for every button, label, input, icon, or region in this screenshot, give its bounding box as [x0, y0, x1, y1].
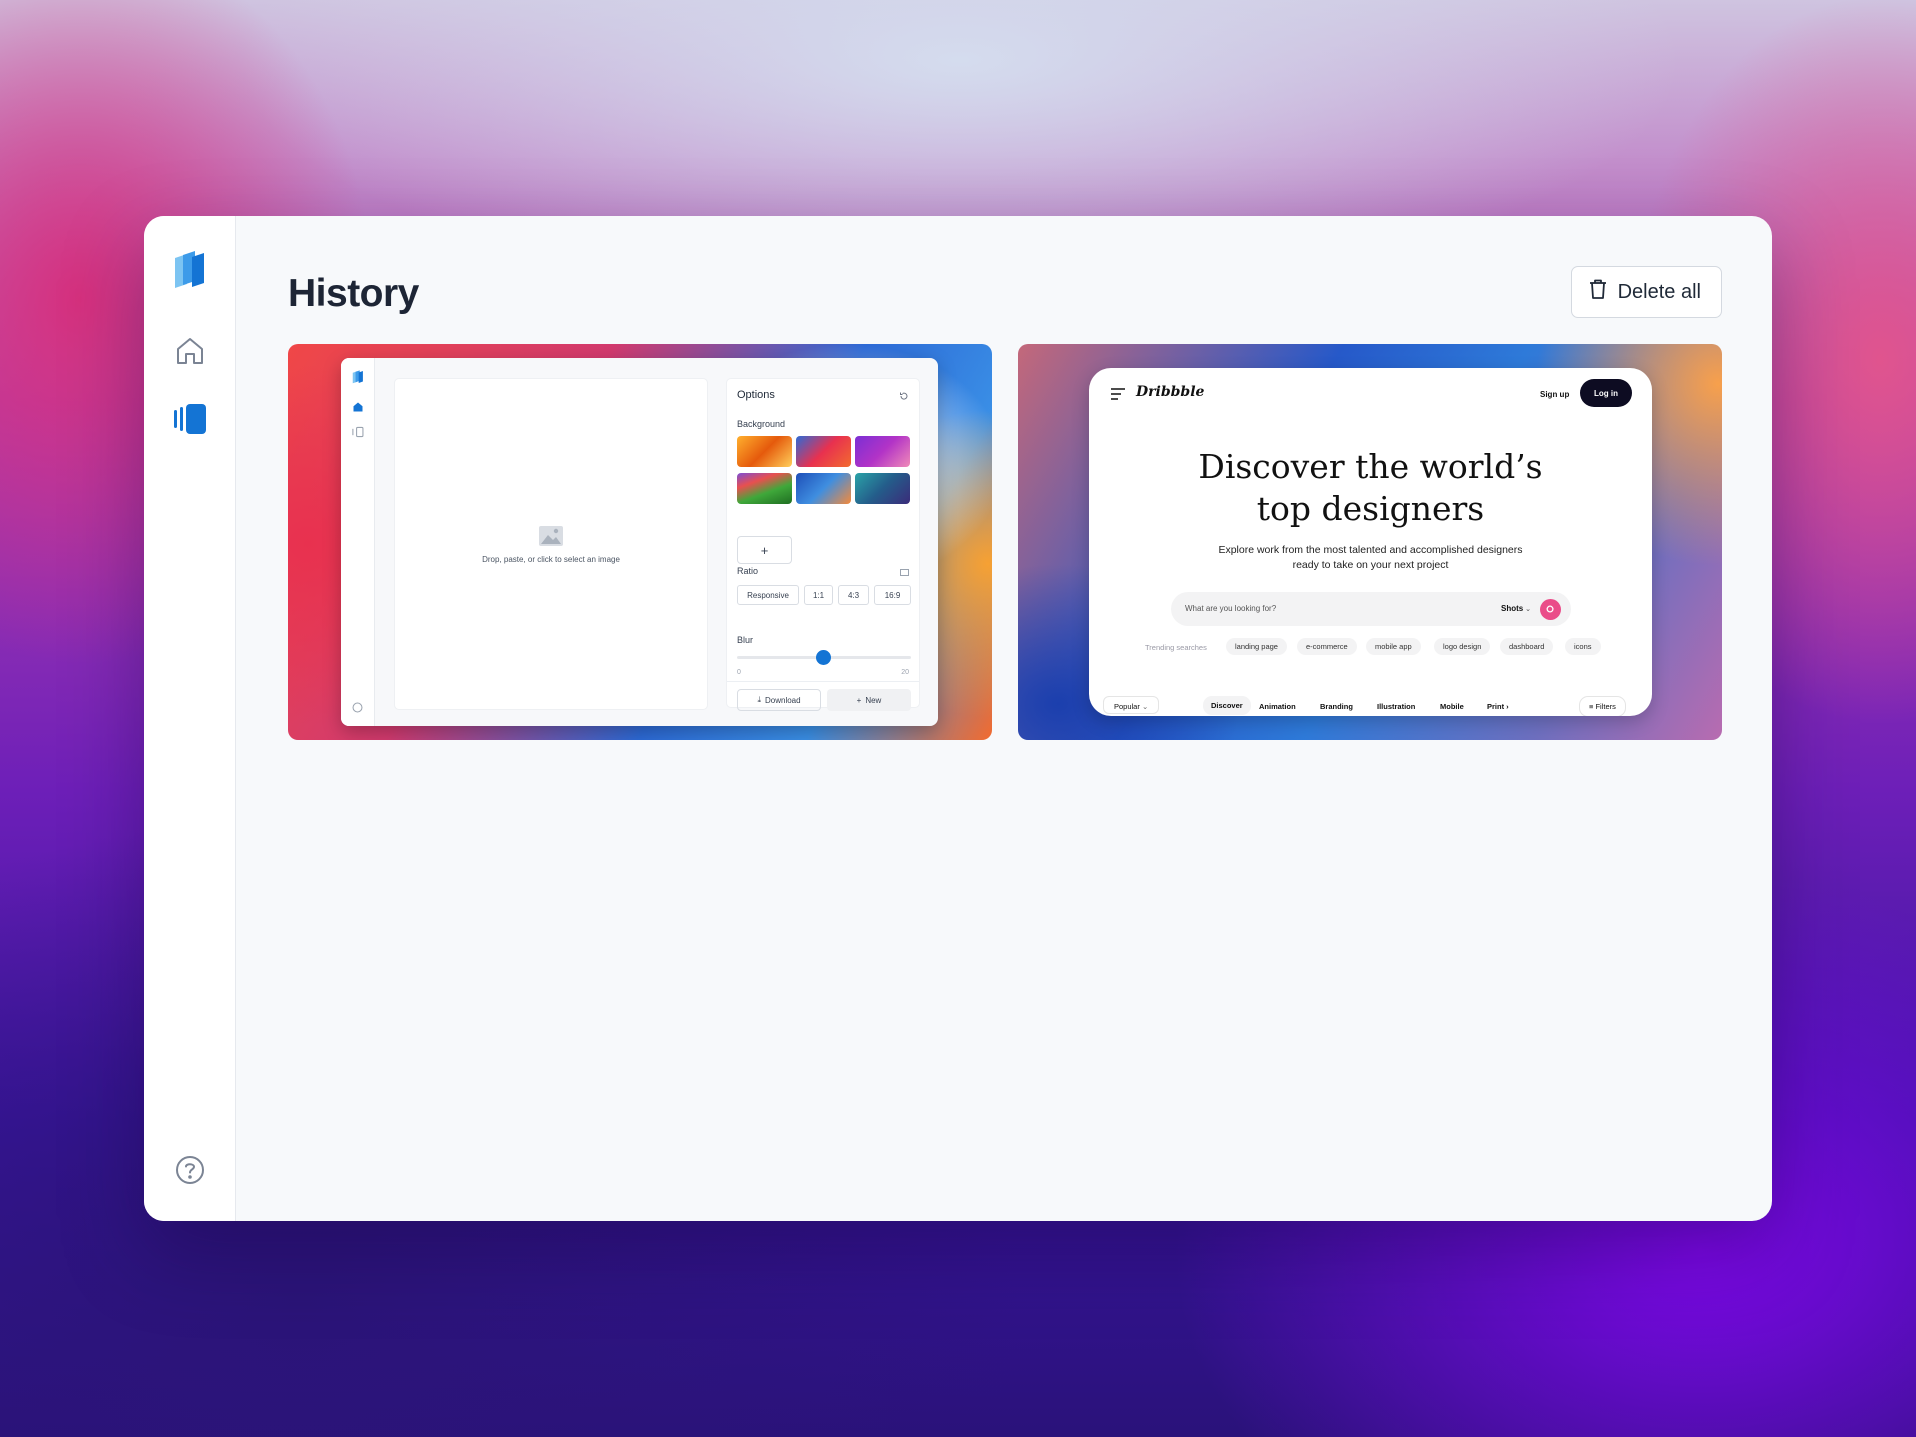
main-content: History Delete all Drop, paste, or click… [236, 216, 1772, 1221]
download-icon: ⤓ [757, 695, 761, 704]
preview-dribbble-window: Dribbble Sign up Log in Discover the wor… [1089, 368, 1652, 716]
app-window: History Delete all Drop, paste, or click… [144, 216, 1772, 1221]
preview-help-icon [352, 702, 363, 713]
search-bar: What are you looking for? Shots ⌄ [1171, 592, 1571, 626]
tag: landing page [1226, 638, 1287, 655]
preview-sidebar [341, 358, 375, 726]
menu-icon [1111, 388, 1125, 400]
nav-tab: Animation [1259, 702, 1296, 711]
nav-tab: Discover [1203, 696, 1251, 715]
preview-drop-zone: Drop, paste, or click to select an image [394, 378, 708, 710]
hero-heading: Discover the world’s top designers [1089, 446, 1652, 530]
divider [727, 681, 919, 682]
swatch-green [737, 473, 792, 504]
preview-options-panel: Options Background + Ratio Responsive 1:… [726, 378, 920, 711]
drop-text: Drop, paste, or click to select an image [482, 554, 620, 564]
login-button: Log in [1580, 379, 1632, 407]
blur-slider-knob [816, 650, 831, 665]
sub-line-2: ready to take on your next project [1292, 559, 1449, 571]
add-background-button: + [737, 536, 792, 564]
tag: e-commerce [1297, 638, 1357, 655]
hero-line-2: top designers [1256, 489, 1485, 528]
options-title: Options [737, 389, 775, 401]
help-circle-icon[interactable] [170, 1150, 210, 1190]
swatch-purple [855, 436, 910, 467]
trending-label: Trending searches [1145, 643, 1207, 652]
nav-tab: Mobile [1440, 702, 1464, 711]
swatch-orange [737, 436, 792, 467]
signup-link: Sign up [1540, 390, 1570, 399]
page-title: History [288, 272, 419, 315]
sub-line-1: Explore work from the most talented and … [1218, 544, 1523, 556]
tag: icons [1565, 638, 1601, 655]
blur-label: Blur [737, 635, 754, 645]
history-stack-icon[interactable] [170, 399, 210, 439]
search-scope: Shots ⌄ [1501, 604, 1532, 613]
nav-tab: Print › [1487, 702, 1509, 711]
search-icon [1540, 599, 1561, 620]
download-button: ⤓ Download [737, 689, 821, 711]
ratio-16-9: 16:9 [874, 585, 911, 605]
ratio-label: Ratio [737, 566, 759, 576]
tag: dashboard [1500, 638, 1554, 655]
trash-icon [1588, 278, 1608, 306]
hero-subtitle: Explore work from the most talented and … [1089, 543, 1652, 573]
download-label: Download [764, 695, 801, 705]
sidebar [144, 216, 236, 1221]
blur-max: 20 [901, 669, 909, 676]
ratio-responsive: Responsive [737, 585, 799, 605]
delete-all-button[interactable]: Delete all [1570, 266, 1722, 318]
new-button: + New [827, 689, 911, 711]
nav-tab: Branding [1320, 702, 1353, 711]
new-label: New [865, 695, 882, 705]
tag: logo design [1434, 638, 1491, 655]
reset-icon [900, 392, 908, 400]
delete-all-label: Delete all [1617, 280, 1701, 303]
sort-select: Popular ⌄ [1103, 696, 1160, 714]
swatch-redblue [796, 436, 851, 467]
app-logo-icon[interactable] [170, 250, 210, 290]
image-placeholder-icon [539, 525, 563, 546]
dribbble-logo: Dribbble [1136, 384, 1205, 400]
plus-icon: + [856, 695, 862, 705]
history-card[interactable]: Dribbble Sign up Log in Discover the wor… [1018, 344, 1722, 740]
blur-min: 0 [737, 669, 741, 676]
ratio-1-1: 1:1 [804, 585, 833, 605]
ratio-4-3: 4:3 [838, 585, 869, 605]
filters-button: ≡ Filters [1579, 696, 1626, 716]
chevron-down-icon: ⌄ [1139, 702, 1149, 711]
background-label: Background [737, 419, 786, 429]
preview-app-window: Drop, paste, or click to select an image… [341, 358, 938, 726]
preview-logo-icon [352, 370, 363, 384]
search-placeholder: What are you looking for? [1185, 604, 1277, 613]
hero-line-1: Discover the world’s [1198, 447, 1543, 486]
swatch-teal [855, 473, 910, 504]
chevron-down-icon: ⌄ [1523, 606, 1532, 613]
preview-home-icon [353, 402, 363, 412]
ratio-frame-icon [900, 569, 909, 576]
history-card[interactable]: Drop, paste, or click to select an image… [288, 344, 992, 740]
chevron-right-icon: › [1504, 702, 1509, 711]
tag: mobile app [1366, 638, 1421, 655]
home-icon[interactable] [170, 331, 210, 371]
swatch-bluewave [796, 473, 851, 504]
nav-tab: Illustration [1377, 702, 1416, 711]
preview-history-icon [352, 426, 364, 438]
